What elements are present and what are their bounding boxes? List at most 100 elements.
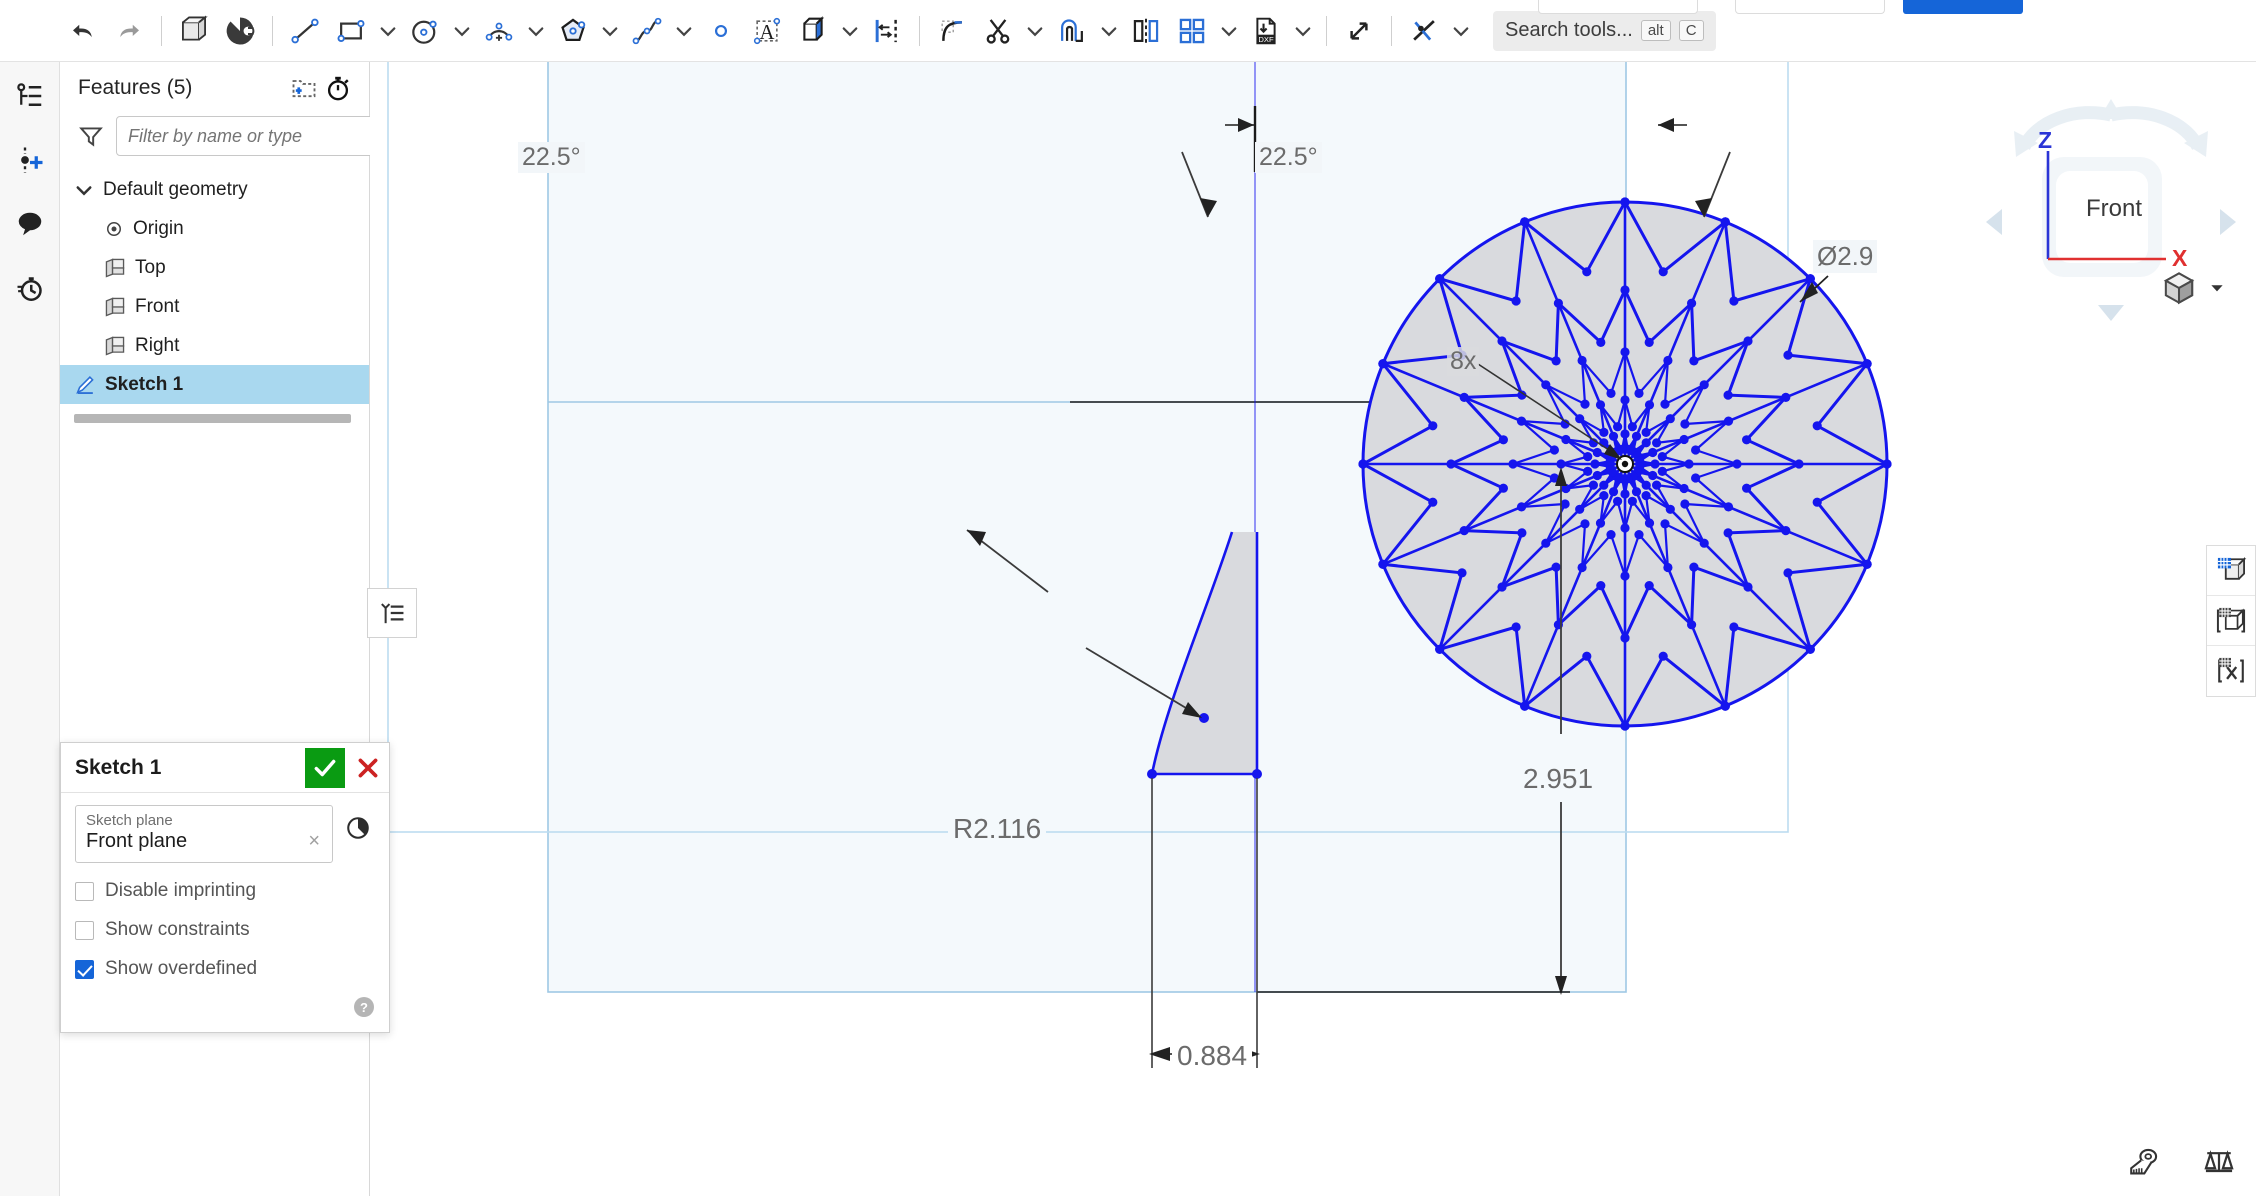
spline-icon[interactable] — [624, 8, 670, 54]
history-icon[interactable] — [10, 268, 50, 308]
rollback-timer-icon[interactable] — [321, 71, 355, 105]
checkbox-box[interactable] — [75, 921, 94, 940]
dimension-label-angle-right[interactable]: 22.5° — [1255, 142, 1322, 173]
use-projection-icon[interactable] — [790, 8, 836, 54]
clear-icon[interactable]: × — [304, 830, 324, 853]
viewcube-face-label[interactable]: Front — [2086, 195, 2142, 223]
chevron-down-icon[interactable] — [1447, 8, 1475, 54]
search-tools-input[interactable]: Search tools... alt C — [1493, 11, 1716, 51]
chevron-down-icon[interactable] — [1215, 8, 1243, 54]
chevron-down-icon[interactable] — [374, 8, 402, 54]
features-panel-title: Features (5) — [78, 76, 287, 100]
tree-item-label: Right — [135, 335, 179, 357]
arc-icon[interactable] — [476, 8, 522, 54]
sketch-vertex — [1783, 568, 1792, 577]
sketch-vertex — [1691, 445, 1700, 454]
sketch-plane-icon[interactable] — [171, 8, 217, 54]
sketch-dialog-body: Parts (0) Sketch plane Front plane × — [61, 793, 389, 1032]
view-cube[interactable]: Front Z X — [1976, 87, 2246, 337]
comments-icon[interactable] — [10, 204, 50, 244]
chevron-down-icon[interactable] — [74, 180, 94, 200]
sketch-vertex — [1582, 652, 1591, 661]
trim-icon[interactable] — [975, 8, 1021, 54]
tree-item-sketch-1[interactable]: Sketch 1 — [60, 365, 369, 404]
polygon-icon[interactable] — [550, 8, 596, 54]
add-instance-icon[interactable] — [10, 140, 50, 180]
tree-item-top-plane[interactable]: Top — [60, 248, 369, 287]
point-icon[interactable] — [698, 8, 744, 54]
dimension-label-diameter[interactable]: Ø2.9 — [1813, 240, 1877, 273]
tree-item-default-geometry[interactable]: Default geometry — [60, 170, 369, 209]
sketch-vertex — [1596, 519, 1605, 528]
checkbox-box[interactable] — [75, 882, 94, 901]
help-icon[interactable]: ? — [353, 996, 375, 1018]
pie-shape-icon[interactable] — [217, 8, 263, 54]
tree-item-right-plane[interactable]: Right — [60, 326, 369, 365]
sketch-list-icon[interactable] — [367, 588, 417, 638]
offset-icon[interactable] — [1049, 8, 1095, 54]
origin-icon — [104, 219, 124, 239]
dimension-icon[interactable] — [864, 8, 910, 54]
graphics-canvas[interactable]: 22.5° 22.5° Ø2.9 8x R2.116 2.951 0.884 — [370, 62, 2256, 1196]
pattern-icon[interactable] — [1169, 8, 1215, 54]
chevron-down-icon[interactable] — [448, 8, 476, 54]
dimension-label-height[interactable]: 2.951 — [1518, 762, 1598, 796]
checkbox-box[interactable] — [75, 960, 94, 979]
circle-icon[interactable] — [402, 8, 448, 54]
render-shaded-icon[interactable] — [2207, 546, 2255, 596]
feature-list-icon[interactable] — [10, 76, 50, 116]
checkbox-disable-imprinting[interactable]: Disable imprinting — [75, 880, 375, 902]
accept-button[interactable] — [305, 748, 345, 788]
construction-icon[interactable] — [1401, 8, 1447, 54]
chevron-down-icon[interactable] — [596, 8, 624, 54]
sketch-vertex — [1658, 467, 1667, 476]
render-wireframe-icon[interactable] — [2207, 646, 2255, 696]
new-folder-icon[interactable] — [287, 71, 321, 105]
dimension-angle-right[interactable] — [1658, 118, 1730, 217]
feature-tree: Default geometry Origin Top — [60, 156, 369, 423]
feature-tree-scrollbar[interactable] — [74, 414, 351, 423]
chevron-down-icon[interactable] — [1095, 8, 1123, 54]
mass-properties-icon[interactable] — [2200, 1144, 2238, 1182]
transform-icon[interactable] — [1336, 8, 1382, 54]
fillet-icon[interactable] — [929, 8, 975, 54]
chevron-down-icon[interactable] — [2208, 279, 2226, 297]
sketch-vertex — [1596, 338, 1605, 347]
checkbox-show-overdefined[interactable]: Show overdefined — [75, 958, 375, 980]
chevron-down-icon[interactable] — [1289, 8, 1317, 54]
redo-icon[interactable] — [106, 8, 152, 54]
chevron-down-icon[interactable] — [836, 8, 864, 54]
undo-icon[interactable] — [60, 8, 106, 54]
chevron-down-icon[interactable] — [670, 8, 698, 54]
dimension-label-width[interactable]: 0.884 — [1172, 1039, 1252, 1073]
sketch-plane-history-icon[interactable] — [341, 811, 375, 845]
sketch-vertex — [1460, 393, 1469, 402]
render-hidden-edges-icon[interactable] — [2207, 596, 2255, 646]
dimension-label-pattern-count[interactable]: 8x — [1447, 347, 1479, 376]
sketch-vertex — [1517, 502, 1526, 511]
filter-icon[interactable] — [78, 123, 104, 149]
sketch-vertex — [1618, 445, 1627, 454]
text-icon[interactable]: A — [744, 8, 790, 54]
cancel-button[interactable] — [347, 748, 389, 788]
measure-icon[interactable] — [2124, 1144, 2162, 1182]
sketch-vertex — [1863, 359, 1872, 368]
sketch-vertex — [1358, 459, 1367, 468]
tree-item-front-plane[interactable]: Front — [60, 287, 369, 326]
filter-input[interactable] — [116, 116, 374, 156]
toolbar-divider — [1326, 16, 1327, 46]
chevron-down-icon[interactable] — [522, 8, 550, 54]
checkbox-show-constraints[interactable]: Show constraints — [75, 919, 375, 941]
mirror-icon[interactable] — [1123, 8, 1169, 54]
sketch-plane-field[interactable]: Sketch plane Front plane × — [75, 805, 333, 863]
dimension-label-radius[interactable]: R2.116 — [948, 812, 1046, 846]
dimension-label-angle-left[interactable]: 22.5° — [518, 142, 585, 173]
sketch-vertex — [1645, 338, 1654, 347]
tree-item-origin[interactable]: Origin — [60, 209, 369, 248]
line-icon[interactable] — [282, 8, 328, 54]
rectangle-icon[interactable] — [328, 8, 374, 54]
chevron-down-icon[interactable] — [1021, 8, 1049, 54]
dxf-export-icon[interactable]: DXF — [1243, 8, 1289, 54]
top-right-primary-button-stub[interactable] — [1903, 0, 2023, 14]
view-style-menu[interactable] — [2160, 269, 2226, 307]
